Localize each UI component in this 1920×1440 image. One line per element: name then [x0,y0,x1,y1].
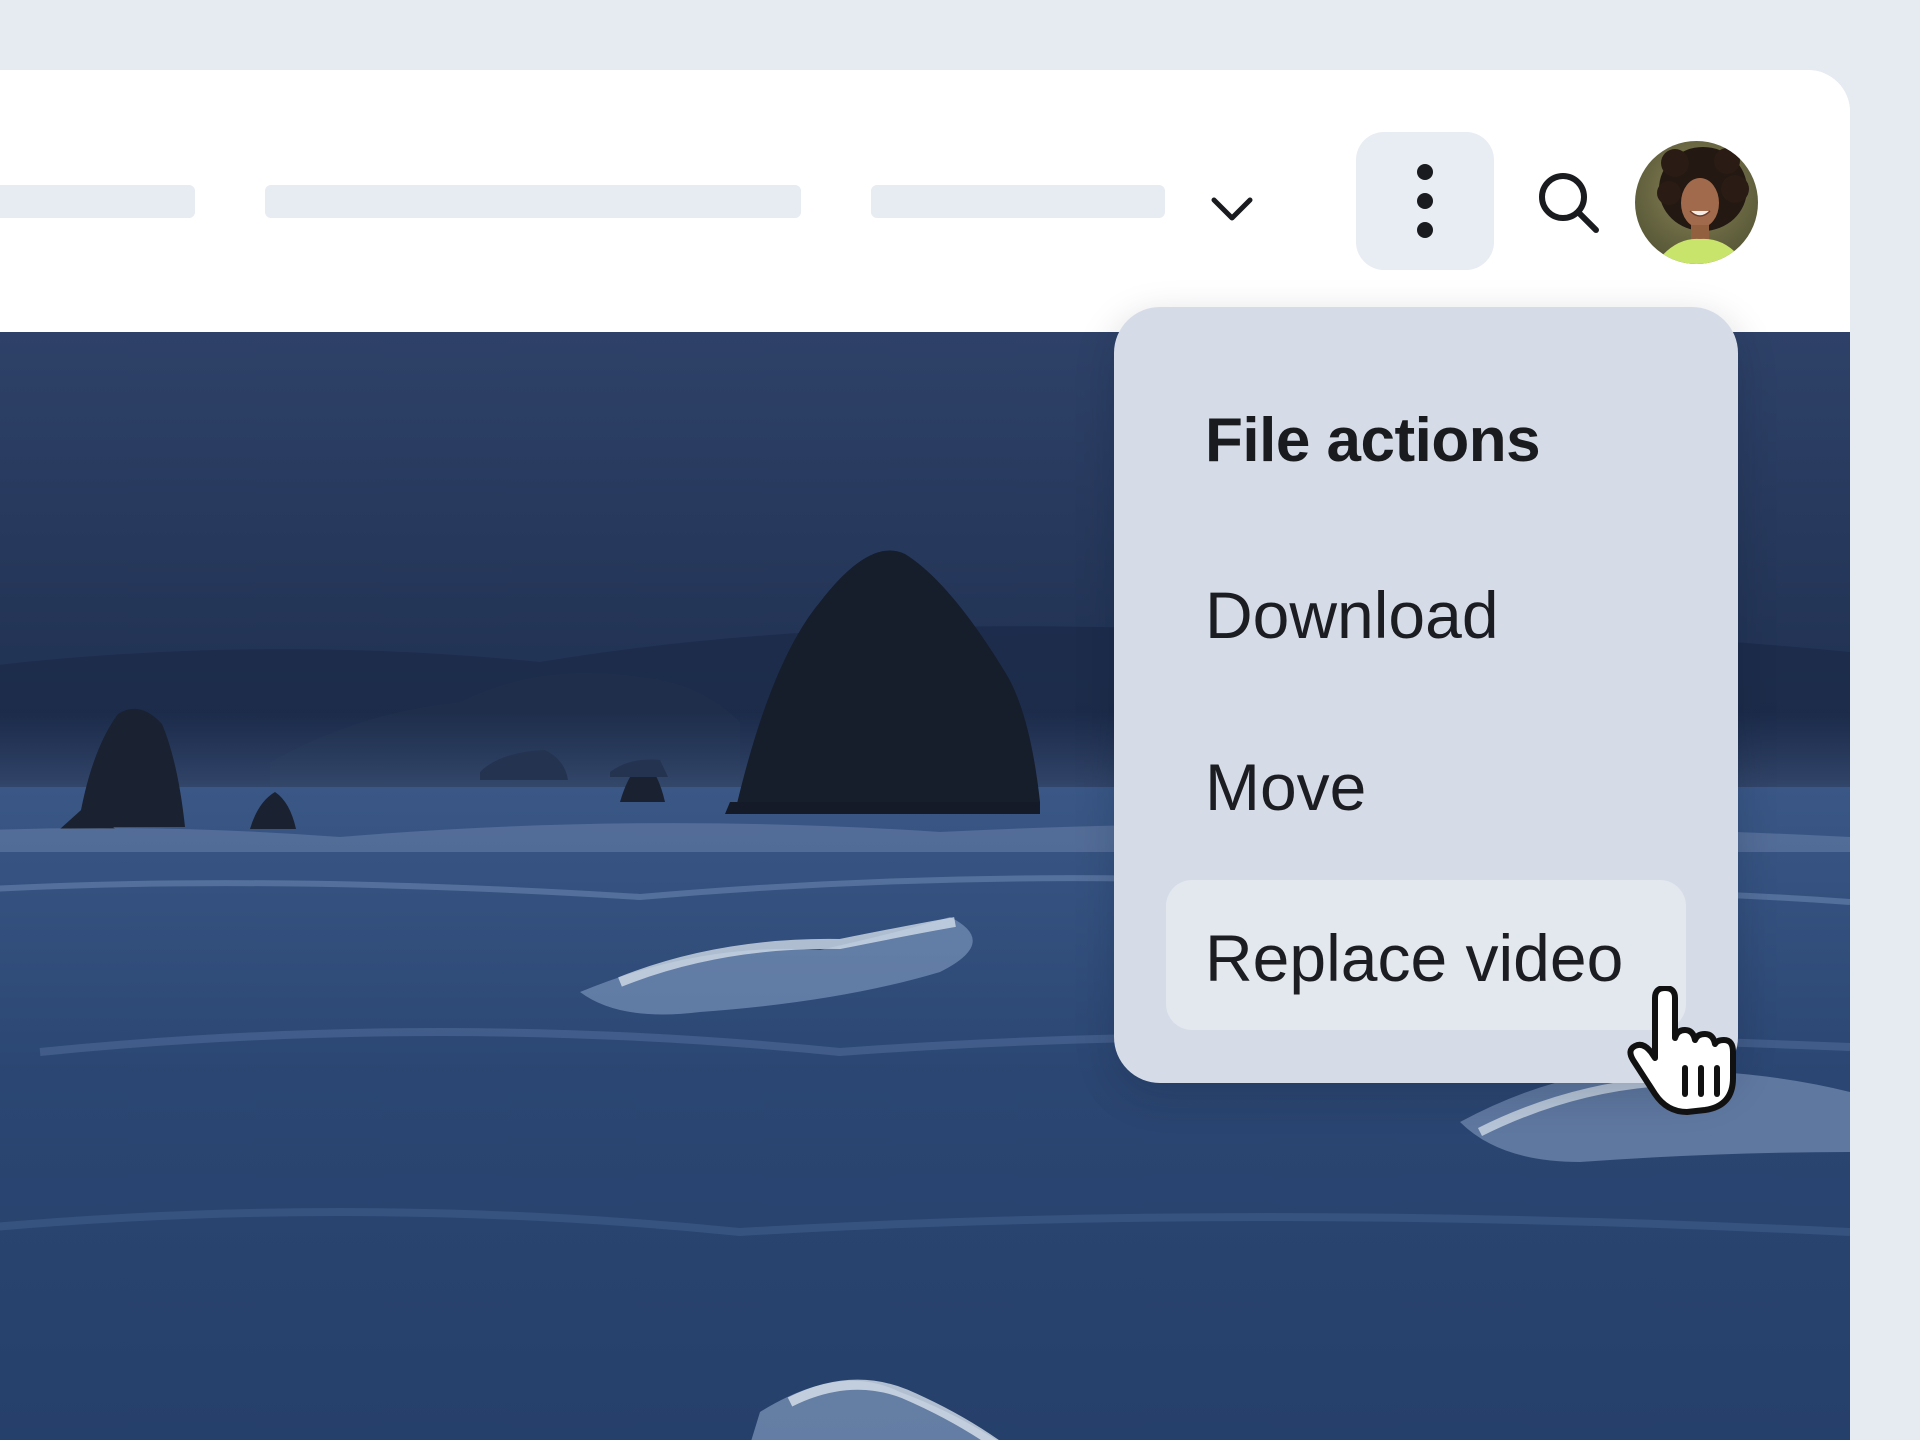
app-stage: File actions Download Move Replace video [0,0,1920,1440]
nav-placeholder-3 [871,185,1165,218]
hand-pointer-cursor-icon [1625,985,1745,1116]
file-actions-menu: File actions Download Move Replace video [1114,307,1738,1083]
nav-placeholder-1 [0,185,195,218]
search-icon [1539,173,1599,233]
menu-title: File actions [1205,406,1541,475]
menu-item-download[interactable]: Download [1205,577,1499,653]
user-avatar[interactable] [1635,141,1758,264]
menu-item-replace-video[interactable]: Replace video [1166,880,1686,1030]
top-navigation-bar [0,70,1850,332]
vertical-ellipsis-icon [1417,164,1433,238]
nav-placeholder-2 [265,185,801,218]
menu-item-move[interactable]: Move [1205,749,1366,825]
search-button[interactable] [1532,166,1606,240]
menu-item-label: Replace video [1205,921,1624,995]
chevron-down-icon[interactable] [1205,182,1259,236]
more-actions-button[interactable] [1356,132,1494,270]
